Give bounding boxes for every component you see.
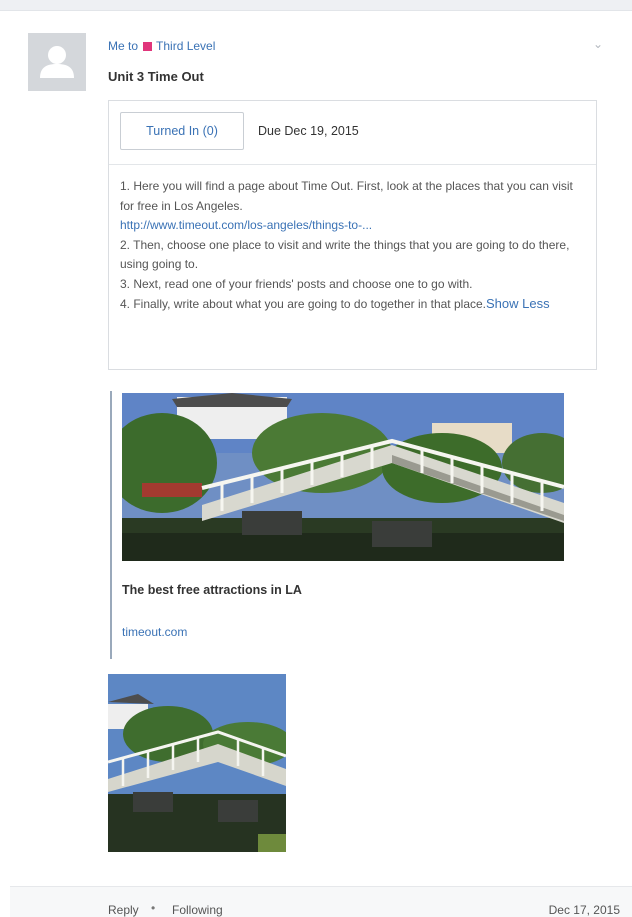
- post-title: Unit 3 Time Out: [108, 69, 204, 84]
- show-less-link[interactable]: Show Less: [486, 296, 550, 311]
- assignment-card: Turned In (0) Due Dec 19, 2015 1. Here y…: [108, 100, 597, 370]
- attached-image[interactable]: [108, 674, 286, 852]
- following-link[interactable]: Following: [172, 903, 223, 917]
- chevron-down-icon: ⌄: [593, 37, 604, 51]
- instruction-3: 3. Next, read one of your friends' posts…: [120, 276, 473, 291]
- post-menu-button[interactable]: ⌄: [593, 37, 603, 51]
- group-color-square: [143, 42, 153, 51]
- footer-separator: •: [151, 901, 156, 915]
- instruction-1: 1. Here you will find a page about Time …: [120, 179, 573, 213]
- post-card: Me to Third Level ⌄ Unit 3 Time Out Turne…: [0, 11, 632, 887]
- top-divider: [0, 0, 632, 11]
- post-date: Dec 17, 2015: [548, 903, 620, 917]
- assignment-header: Turned In (0) Due Dec 19, 2015: [109, 101, 596, 165]
- due-date: Due Dec 19, 2015: [258, 124, 359, 138]
- assignment-description: 1. Here you will find a page about Time …: [120, 177, 590, 315]
- link-preview[interactable]: The best free attractions in LA timeout.…: [110, 391, 572, 659]
- instruction-2: 2. Then, choose one place to visit and w…: [120, 237, 570, 272]
- link-preview-domain[interactable]: timeout.com: [122, 625, 187, 639]
- turned-in-button[interactable]: Turned In (0): [120, 112, 244, 150]
- bridge-photo: [122, 393, 564, 561]
- assignment-url-link[interactable]: http://www.timeout.com/los-angeles/thing…: [120, 218, 372, 232]
- link-preview-title[interactable]: The best free attractions in LA: [122, 583, 302, 597]
- post-recipients: Me to Third Level: [108, 38, 215, 54]
- group-link[interactable]: Third Level: [156, 39, 215, 53]
- link-preview-image[interactable]: [122, 393, 564, 561]
- avatar[interactable]: [28, 33, 86, 91]
- bridge-thumbnail: [108, 674, 286, 852]
- reply-link[interactable]: Reply: [108, 903, 139, 917]
- instruction-4: 4. Finally, write about what you are goi…: [120, 297, 486, 311]
- user-silhouette-icon: [40, 46, 74, 78]
- to-label: to: [128, 39, 139, 53]
- post-footer: Reply • Following Dec 17, 2015: [10, 887, 632, 917]
- sender-link[interactable]: Me: [108, 39, 125, 53]
